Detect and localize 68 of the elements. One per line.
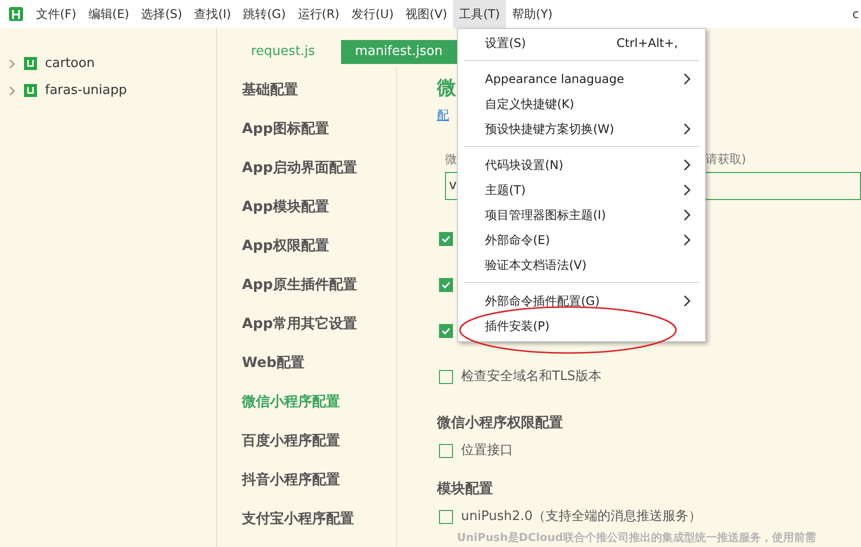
menu-item[interactable]: 预设快捷键方案切换(W) <box>458 116 705 141</box>
settings-nav-item[interactable]: App模块配置 <box>242 188 396 227</box>
option-label: uniPush2.0（支持全端的消息推送服务） <box>461 508 702 526</box>
chevron-right-icon <box>683 208 691 220</box>
checkbox[interactable] <box>439 324 453 338</box>
settings-nav-item[interactable]: App常用其它设置 <box>242 305 396 344</box>
settings-nav-item[interactable]: App权限配置 <box>242 227 396 266</box>
checkbox[interactable] <box>439 510 453 524</box>
check-icon <box>441 234 451 244</box>
menu-item[interactable]: 外部命令插件配置(G) <box>458 288 705 313</box>
window-title: c <box>852 6 860 23</box>
option-label: 位置接口 <box>461 442 513 460</box>
menu-item[interactable]: 自定义快捷键(K) <box>458 91 705 116</box>
menu-bar-item[interactable]: 帮助(Y) <box>506 0 559 28</box>
section-title: 微信小程序权限配置 <box>437 414 564 432</box>
menu-item[interactable]: 主题(T) <box>458 177 705 202</box>
menu-bar-item[interactable]: 文件(F) <box>30 0 82 28</box>
chevron-right-icon <box>8 86 16 96</box>
project-tree-item[interactable]: faras-uniapp <box>0 77 216 104</box>
settings-nav-item[interactable]: 抖音小程序配置 <box>242 461 396 500</box>
menu-item[interactable]: 外部命令(E) <box>458 227 705 252</box>
menu-bar-item[interactable]: 发行(U) <box>345 0 400 28</box>
checkbox[interactable] <box>439 232 453 246</box>
chevron-right-icon <box>683 294 691 306</box>
chevron-right-icon <box>8 58 16 68</box>
checkbox[interactable] <box>439 444 453 458</box>
project-name: faras-uniapp <box>45 82 127 100</box>
menu-bar-item[interactable]: 查找(I) <box>188 0 238 28</box>
menu-bar-item[interactable]: 运行(R) <box>292 0 346 28</box>
menu-item[interactable]: 插件安装(P) <box>458 313 705 338</box>
check-icon <box>441 326 451 336</box>
menu-item[interactable]: 代码块设置(N) <box>458 152 705 177</box>
menu-bar-item[interactable]: 编辑(E) <box>82 0 136 28</box>
section-title: 模块配置 <box>437 480 494 498</box>
checkbox[interactable] <box>439 278 453 292</box>
check-icon <box>441 280 451 290</box>
uniapp-project-icon <box>24 84 37 97</box>
section-heading: 微 <box>437 76 456 101</box>
project-tree-item[interactable]: cartoon <box>0 50 216 77</box>
chevron-right-icon <box>683 234 691 246</box>
settings-nav-item[interactable]: Web配置 <box>242 344 396 383</box>
config-link[interactable]: 配 <box>437 108 449 122</box>
settings-nav-item[interactable]: 百度小程序配置 <box>242 422 396 461</box>
menu-bar-item[interactable]: 视图(V) <box>400 0 454 28</box>
settings-nav-item[interactable]: App原生插件配置 <box>242 266 396 305</box>
settings-nav-item[interactable]: 基础配置 <box>242 71 396 110</box>
checkbox[interactable] <box>439 370 453 384</box>
description-text: UniPush是DCloud联合个推公司推出的集成型统一推送服务，使用前需 <box>456 532 818 544</box>
chevron-right-icon <box>683 72 691 84</box>
menu-bar-item[interactable]: 选择(S) <box>135 0 188 28</box>
chevron-right-icon <box>683 184 691 196</box>
settings-nav-item[interactable]: App启动界面配置 <box>242 149 396 188</box>
menu-bar-item[interactable]: 跳转(G) <box>237 0 292 28</box>
menu-item[interactable]: 项目管理器图标主题(I) <box>458 202 705 227</box>
option-label: 检查安全域名和TLS版本 <box>461 368 602 386</box>
field-label: 请获取) <box>705 151 746 168</box>
chevron-right-icon <box>683 158 691 170</box>
settings-nav-item[interactable]: 支付宝小程序配置 <box>242 500 396 539</box>
menu-item[interactable]: 验证本文档语法(V) <box>458 252 705 277</box>
project-name: cartoon <box>45 54 95 73</box>
menu-bar-item[interactable]: 工具(T) <box>453 0 506 28</box>
menu-item[interactable]: 设置(S) Ctrl+Alt+, <box>458 30 705 55</box>
menu-item[interactable]: Appearance lanaguage <box>458 66 705 91</box>
app-logo-icon <box>9 7 23 21</box>
uniapp-project-icon <box>24 57 37 70</box>
field-label: 微 <box>445 151 457 168</box>
chevron-right-icon <box>683 122 691 134</box>
settings-nav-item[interactable]: App图标配置 <box>242 110 396 149</box>
